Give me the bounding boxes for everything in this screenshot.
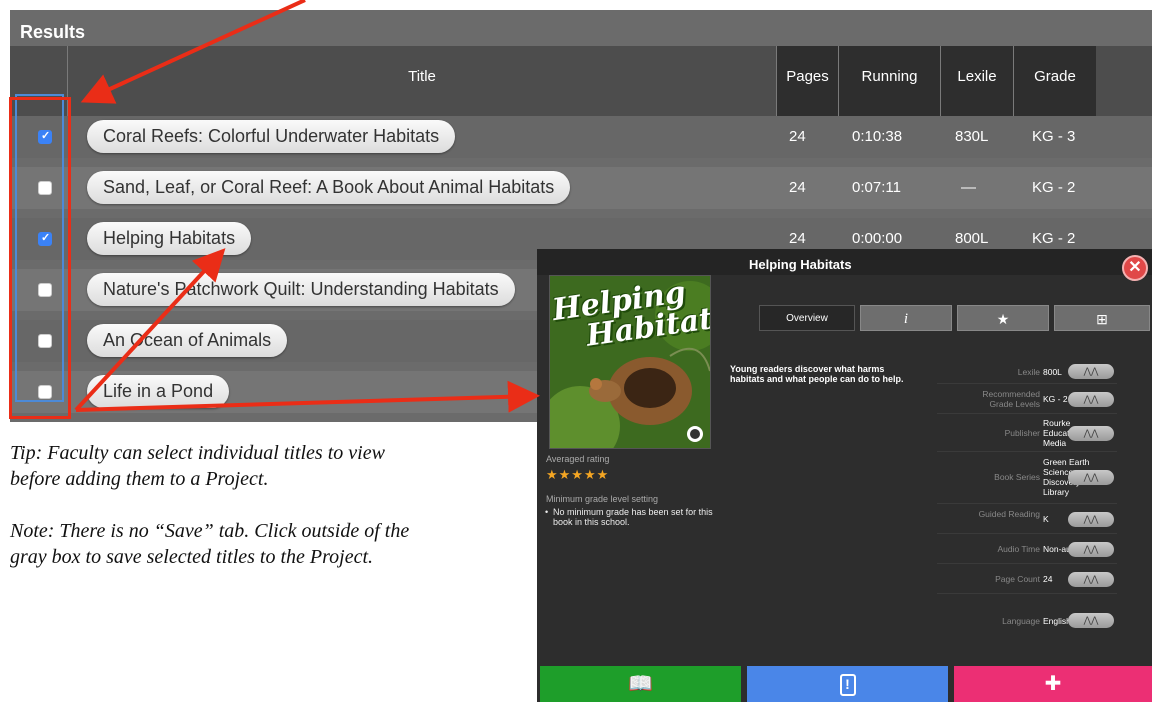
search-similar-button[interactable]: ⋀⋀ xyxy=(1068,613,1114,628)
close-icon[interactable]: ✕ xyxy=(1122,255,1148,281)
grade-cell: KG - 2 xyxy=(1032,179,1076,196)
averaged-rating-label: Averaged rating xyxy=(546,454,610,464)
running-cell: 0:07:11 xyxy=(852,179,901,196)
meta-label: Lexile xyxy=(1017,367,1040,377)
meta-row-grade: Recommended Grade Levels KG - 2 ⋀⋀ xyxy=(937,384,1117,414)
search-similar-button[interactable]: ⋀⋀ xyxy=(1068,512,1114,527)
bullet-icon: • xyxy=(545,507,549,517)
meta-row-audio: Audio Time Non-audio ⋀⋀ xyxy=(937,534,1117,564)
table-header: Title Pages Running Lexile Grade xyxy=(10,46,1152,116)
meta-label: Book Series xyxy=(994,472,1040,482)
heart-plus-icon: ✚ xyxy=(1044,673,1062,695)
meta-label: Publisher xyxy=(1004,428,1040,438)
read-book-button[interactable]: 📖 xyxy=(540,666,741,702)
pages-cell: 24 xyxy=(789,230,806,247)
book-cover[interactable]: Helping Habitats xyxy=(549,275,711,449)
info-icon[interactable]: i xyxy=(860,305,952,331)
search-similar-button[interactable]: ⋀⋀ xyxy=(1068,426,1114,441)
header-pages[interactable]: Pages xyxy=(776,46,838,116)
book-icon: 📖 xyxy=(628,673,653,695)
table-row: Coral Reefs: Colorful Underwater Habitat… xyxy=(10,116,1152,158)
header-title[interactable]: Title xyxy=(67,46,776,116)
meta-row-series: Book Series Green Earth Science Discover… xyxy=(937,452,1117,504)
meta-label: Guided Reading xyxy=(978,509,1040,519)
meta-label: Page Count xyxy=(995,574,1040,584)
meta-row-lexile: Lexile 800L ⋀⋀ xyxy=(937,360,1117,384)
note-line: Note: There is no “Save” tab. Click outs… xyxy=(10,520,410,568)
title-button[interactable]: Helping Habitats xyxy=(87,222,252,255)
search-similar-button[interactable]: ⋀⋀ xyxy=(1068,392,1114,407)
header-lexile[interactable]: Lexile xyxy=(940,46,1013,116)
pages-cell: 24 xyxy=(789,128,806,145)
title-button[interactable]: Life in a Pond xyxy=(87,375,230,408)
min-grade-label: Minimum grade level setting xyxy=(546,494,659,504)
meta-label: Language xyxy=(1002,616,1040,626)
search-similar-button[interactable]: ⋀⋀ xyxy=(1068,470,1114,485)
search-similar-button[interactable]: ⋀⋀ xyxy=(1068,572,1114,587)
table-row: Sand, Leaf, or Coral Reef: A Book About … xyxy=(10,167,1152,209)
lexile-cell: 830L xyxy=(955,128,989,145)
meta-label: Audio Time xyxy=(997,544,1040,554)
header-grade[interactable]: Grade xyxy=(1013,46,1096,116)
add-favorite-button[interactable]: ✚ xyxy=(954,666,1152,702)
pages-cell: 24 xyxy=(789,179,806,196)
search-similar-button[interactable]: ⋀⋀ xyxy=(1068,364,1114,379)
meta-label: Recommended Grade Levels xyxy=(982,389,1040,409)
tip-line: Tip: Faculty can select individual title… xyxy=(10,442,385,490)
tab-overview[interactable]: Overview xyxy=(759,305,855,331)
device-alert-button[interactable]: ! xyxy=(747,666,948,702)
running-cell: 0:00:00 xyxy=(852,230,903,247)
title-button[interactable]: Sand, Leaf, or Coral Reef: A Book About … xyxy=(87,171,571,204)
min-grade-value: No minimum grade has been set for this b… xyxy=(553,507,713,527)
book-detail-panel: Helping Habitats ✕ Helping Habitats Aver… xyxy=(537,249,1152,702)
tablet-alert-icon: ! xyxy=(839,673,856,696)
meta-row-publisher: Publisher Rourke Educational Media ⋀⋀ xyxy=(937,414,1117,452)
title-button[interactable]: An Ocean of Animals xyxy=(87,324,288,357)
running-cell: 0:10:38 xyxy=(852,128,903,145)
meta-row-pagecount: Page Count 24 ⋀⋀ xyxy=(937,564,1117,594)
book-description: Young readers discover what harms habita… xyxy=(730,364,904,384)
results-heading: Results xyxy=(20,22,86,42)
grade-cell: KG - 3 xyxy=(1032,128,1076,145)
header-running[interactable]: Running xyxy=(838,46,940,116)
tip-text: Tip: Faculty can select individual title… xyxy=(10,440,430,596)
title-button[interactable]: Coral Reefs: Colorful Underwater Habitat… xyxy=(87,120,456,153)
star-icon[interactable]: ★ xyxy=(957,305,1049,331)
lexile-cell: 800L xyxy=(955,230,989,247)
folder-add-icon[interactable]: ⊞ xyxy=(1054,305,1150,331)
meta-row-language: Language English ⋀⋀ xyxy=(937,594,1117,628)
title-button[interactable]: Nature's Patchwork Quilt: Understanding … xyxy=(87,273,515,306)
min-grade-text: • No minimum grade has been set for this… xyxy=(545,507,713,527)
lexile-cell: — xyxy=(961,179,976,196)
grade-cell: KG - 2 xyxy=(1032,230,1076,247)
rating-stars: ★★★★★ xyxy=(546,467,610,482)
meta-row-guided: Guided Reading K ⋀⋀ xyxy=(937,504,1117,534)
annotation-box xyxy=(9,97,71,419)
detail-title: Helping Habitats xyxy=(749,257,852,272)
search-similar-button[interactable]: ⋀⋀ xyxy=(1068,542,1114,557)
